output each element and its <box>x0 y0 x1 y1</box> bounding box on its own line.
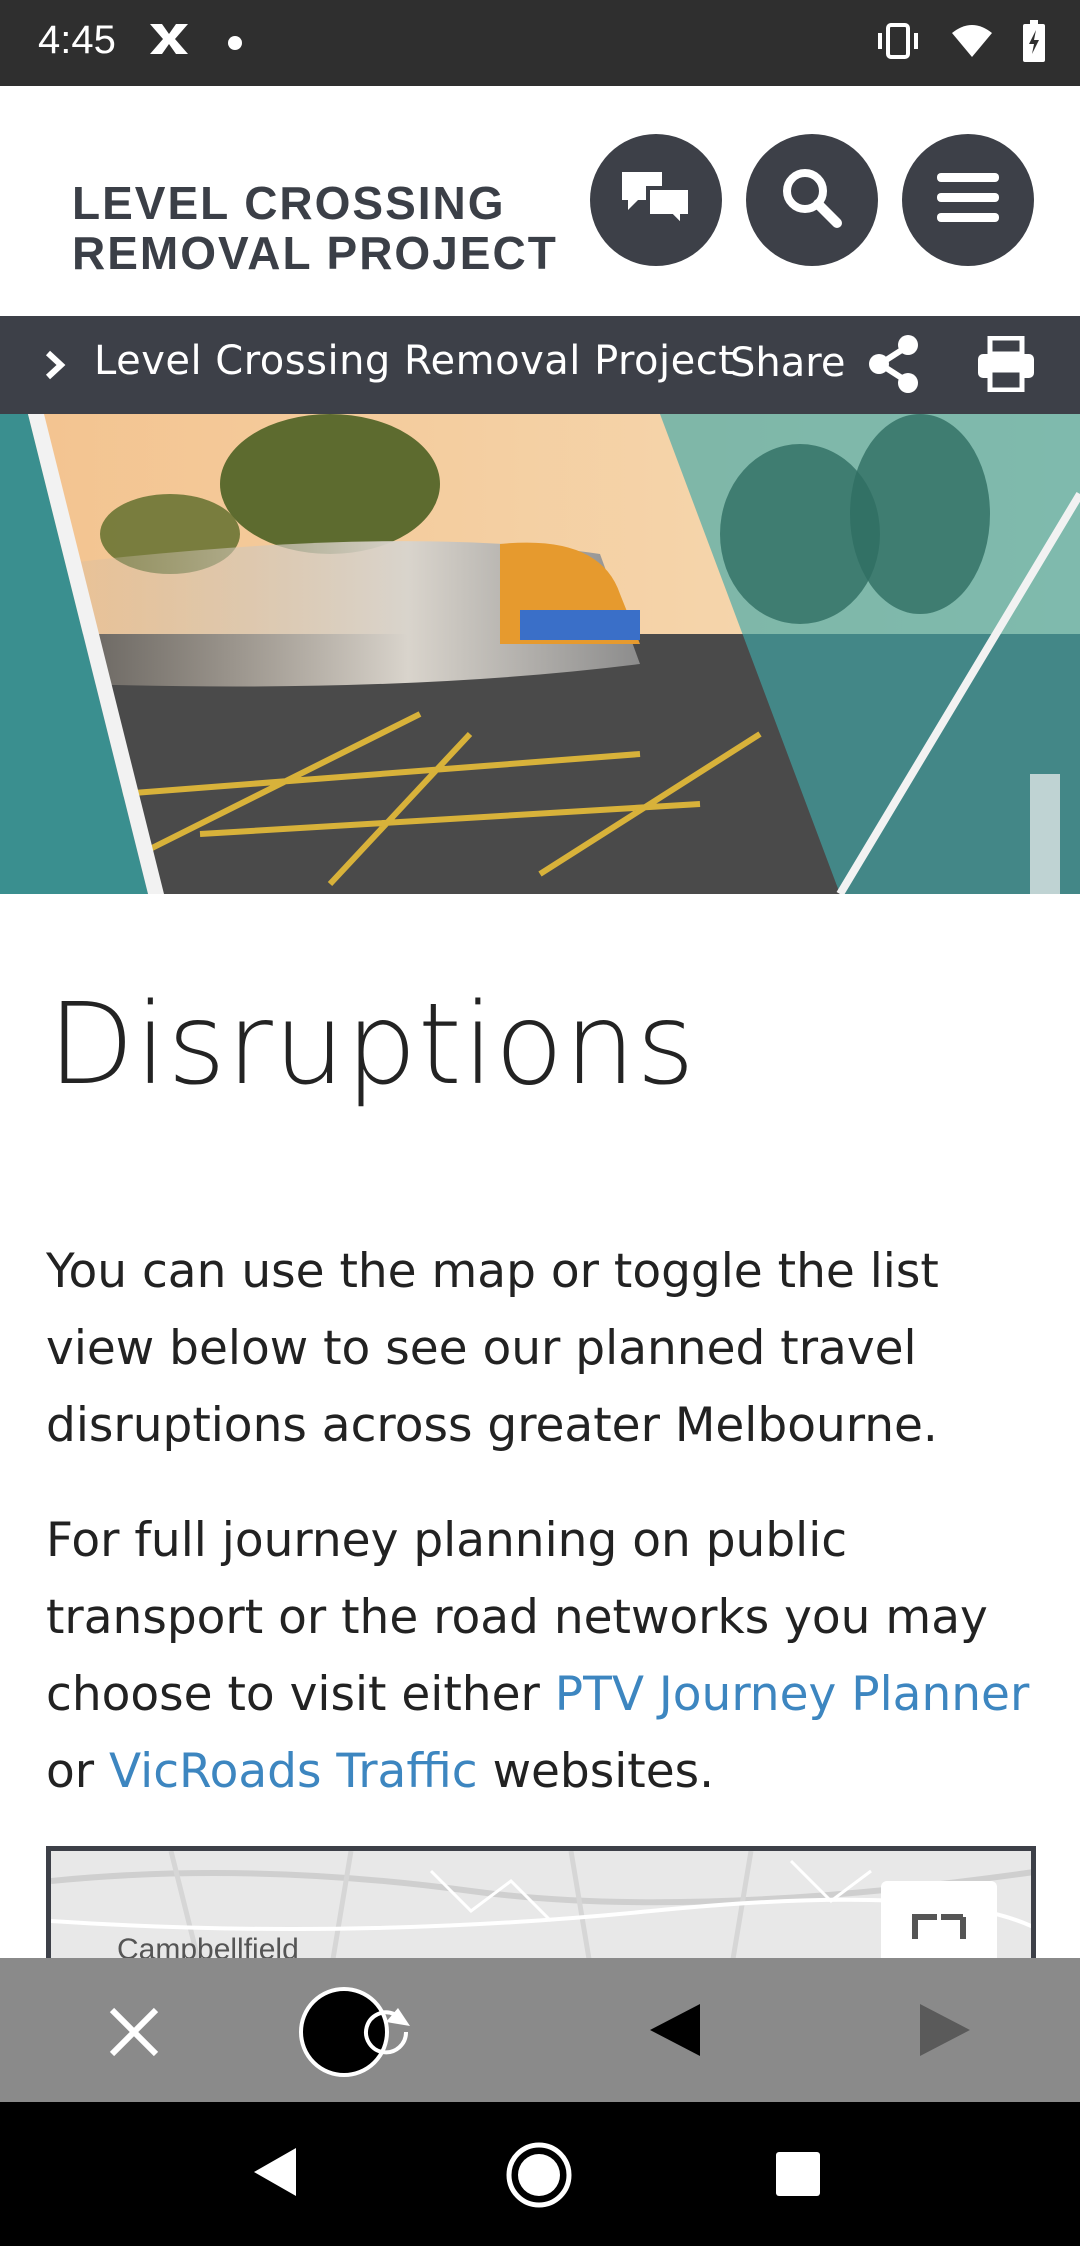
share-icon[interactable] <box>866 334 922 398</box>
chat-button[interactable] <box>590 134 722 266</box>
journey-text-mid: or <box>46 1744 110 1799</box>
close-icon[interactable] <box>108 2006 160 2062</box>
journey-paragraph: For full journey planning on public tran… <box>46 1502 1046 1810</box>
search-icon <box>779 165 845 235</box>
share-button[interactable]: Share <box>730 340 845 386</box>
logo-line-1: LEVEL CROSSING <box>72 177 506 229</box>
system-nav-bar <box>0 2102 1080 2246</box>
previous-icon[interactable] <box>648 2002 702 2062</box>
home-icon[interactable] <box>504 2140 574 2214</box>
next-icon[interactable] <box>918 2002 972 2062</box>
print-icon[interactable] <box>976 335 1036 396</box>
disruptions-map[interactable]: Campbellfield <box>46 1846 1036 1966</box>
intro-paragraph: You can use the map or toggle the list v… <box>46 1244 939 1453</box>
site-header: LEVEL CROSSING REMOVAL PROJECT <box>0 86 1080 316</box>
battery-charging-icon <box>1022 20 1046 66</box>
chevron-right-icon[interactable] <box>44 350 66 384</box>
breadcrumb: Level Crossing Removal Project Share <box>0 316 1080 414</box>
ptv-journey-planner-link[interactable]: PTV Journey Planner <box>555 1667 1030 1722</box>
status-bar: 4:45 <box>0 0 1080 86</box>
menu-icon <box>935 171 1001 229</box>
search-button[interactable] <box>746 134 878 266</box>
journey-text-after: websites. <box>477 1744 715 1799</box>
record-button[interactable] <box>298 1986 442 2086</box>
menu-button[interactable] <box>902 134 1034 266</box>
fullscreen-button[interactable] <box>881 1881 997 1966</box>
wifi-icon <box>950 23 994 63</box>
vibrate-icon <box>874 21 922 65</box>
overlay-controls <box>0 1958 1080 2102</box>
xbox-icon <box>148 22 190 65</box>
recents-icon[interactable] <box>774 2150 822 2202</box>
breadcrumb-link[interactable]: Level Crossing Removal Project <box>94 338 734 384</box>
notification-dot-icon <box>228 36 242 50</box>
hero-image <box>0 414 1080 894</box>
status-time: 4:45 <box>38 18 116 62</box>
site-logo[interactable]: LEVEL CROSSING REMOVAL PROJECT <box>72 178 558 278</box>
chat-icon <box>618 168 694 232</box>
page-title: Disruptions <box>48 980 696 1110</box>
vicroads-traffic-link[interactable]: VicRoads Traffic <box>109 1744 478 1799</box>
back-icon[interactable] <box>252 2146 298 2202</box>
logo-line-2: REMOVAL PROJECT <box>72 227 558 279</box>
